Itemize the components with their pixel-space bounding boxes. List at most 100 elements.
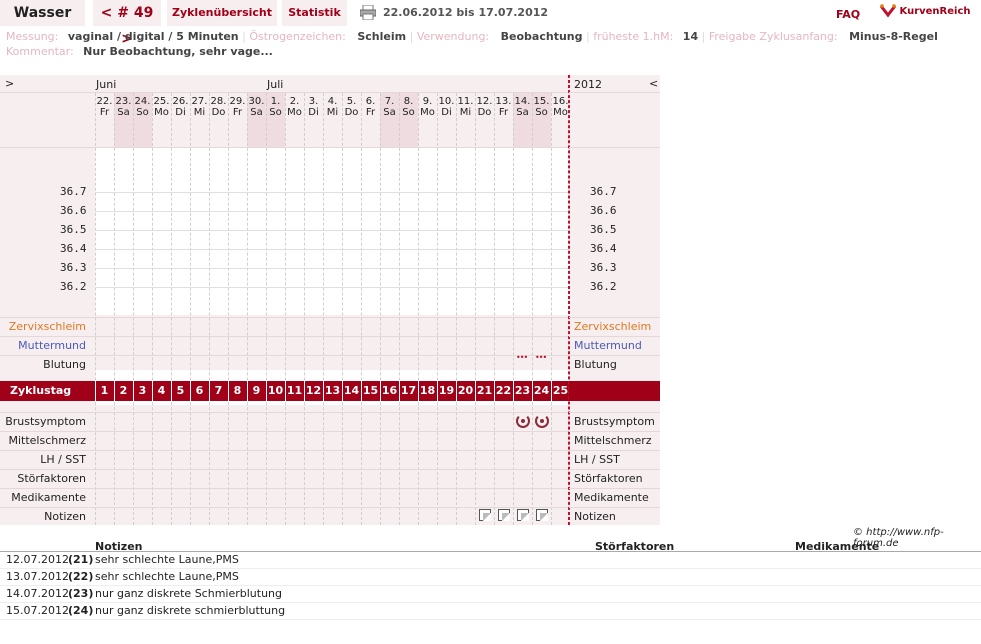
chart-nav-prev[interactable]: >: [5, 77, 14, 90]
note-icon[interactable]: [517, 509, 529, 521]
cycle-nav[interactable]: < # 49 >: [93, 0, 161, 47]
day-gridline: [418, 93, 419, 525]
cycle-day-number: 15: [362, 384, 379, 397]
tab-zyklenuebersicht[interactable]: Zyklenübersicht: [167, 0, 277, 26]
day-header: 2. Mo: [287, 96, 302, 118]
row-label-right-mittel: Mittelschmerz: [574, 434, 652, 447]
faq-link[interactable]: FAQ: [836, 2, 860, 28]
day-gridline: [285, 93, 286, 525]
row-line: [0, 355, 660, 356]
day-header: 1. So: [269, 96, 282, 118]
header-bar: Wasser < # 49 > Zyklenübersicht Statisti…: [0, 0, 981, 47]
info-line-1: Messung: vaginal / digital / 5 Minuten |…: [6, 30, 981, 44]
note-icon[interactable]: [498, 509, 510, 521]
note-icon[interactable]: [479, 509, 491, 521]
note-text: sehr schlechte Laune,PMS: [95, 553, 239, 566]
temp-gridline: [95, 211, 569, 212]
row-label-right-medi: Medikamente: [574, 491, 649, 504]
page-title: Wasser: [0, 0, 85, 26]
cycle-day-number: 12: [305, 384, 322, 397]
day-header: 13. Fr: [495, 96, 512, 118]
cycle-day-number: 11: [286, 384, 303, 397]
day-gridline: [361, 93, 362, 525]
cycle-day-number: 6: [195, 384, 204, 397]
row-label-right-blutung: Blutung: [574, 358, 617, 371]
day-gridline: [551, 93, 552, 525]
note-text: nur ganz diskrete Schmierblutung: [95, 587, 283, 600]
cycle-day-number: 18: [419, 384, 436, 397]
row-label-right-brust: Brustsymptom: [574, 415, 655, 428]
row-line: [0, 317, 660, 318]
brand-name: KurvenReich: [899, 6, 971, 17]
day-header: 9. Mo: [420, 96, 435, 118]
fhm-label: früheste 1.hM:: [593, 30, 674, 43]
row-line: [0, 336, 660, 337]
row-label-right-stoer: Störfaktoren: [574, 472, 643, 485]
verwendung-label: Verwendung:: [416, 30, 490, 43]
day-gridline: [399, 93, 400, 525]
day-gridline: [266, 93, 267, 525]
note-text: sehr schlechte Laune,PMS: [95, 570, 239, 583]
row-line: [0, 450, 660, 451]
day-header: 28. Do: [210, 96, 227, 118]
row-label-stoer: Störfaktoren: [17, 472, 86, 485]
cycle-day-number: 19: [438, 384, 455, 397]
cycle-day-number: 13: [324, 384, 341, 397]
verwendung-value: Beobachtung: [500, 30, 583, 43]
day-header: 4. Mi: [326, 96, 339, 118]
day-gridline: [190, 93, 191, 525]
cycle-day-number: 24: [533, 384, 550, 397]
row-line: [0, 488, 660, 489]
cycle-day-number: 4: [157, 384, 166, 397]
breast-symptom-icon: [516, 414, 530, 428]
kommentar-value: Nur Beobachtung, sehr vage...: [83, 45, 273, 58]
print-icon[interactable]: [359, 4, 377, 21]
cycle-day-number: 21: [476, 384, 493, 397]
month-label-juni: Juni: [96, 78, 117, 91]
bleeding-marker: •••: [516, 353, 528, 362]
day-header: 8. So: [402, 96, 415, 118]
note-date: 15.07.2012: [6, 604, 69, 617]
temp-gridline: [95, 230, 569, 231]
separator: |: [409, 30, 414, 43]
separator: |: [242, 30, 246, 43]
cycle-day-number: 7: [214, 384, 223, 397]
logo-icon: [879, 4, 897, 18]
tab-statistik[interactable]: Statistik: [282, 0, 347, 26]
day-header: 30. Sa: [248, 96, 265, 118]
row-line: [0, 507, 660, 508]
note-cycle-day: (23): [68, 587, 94, 600]
messung-value: vaginal / digital / 5 Minuten: [67, 30, 239, 43]
note-cycle-day: (21): [68, 553, 94, 566]
day-gridline: [456, 93, 457, 525]
day-header: 26. Di: [172, 96, 189, 118]
cycle-day-number: 16: [381, 384, 398, 397]
cycle-day-number: 17: [400, 384, 417, 397]
temp-label-right: 36.7: [590, 185, 617, 198]
cycle-day-number: 9: [252, 384, 261, 397]
note-icon[interactable]: [536, 509, 548, 521]
day-gridline: [171, 93, 172, 525]
day-header: 6. Fr: [365, 96, 376, 118]
temp-label-left: 36.3: [60, 261, 87, 274]
chart-nav-next[interactable]: <: [649, 77, 658, 90]
cycle-day-number: 23: [514, 384, 531, 397]
day-header: 22. Fr: [96, 96, 113, 118]
temp-label-right: 36.5: [590, 223, 617, 236]
cycle-day-number: 3: [138, 384, 147, 397]
cycle-day-number: 20: [457, 384, 474, 397]
day-header: 3. Di: [308, 96, 319, 118]
table-row: 12.07.2012 (21) sehr schlechte Laune,PMS: [0, 552, 981, 569]
brand-logo[interactable]: KurvenReich: [879, 2, 971, 22]
day-gridline: [342, 93, 343, 525]
cycle-day-number: 22: [495, 384, 512, 397]
temp-label-left: 36.5: [60, 223, 87, 236]
cycle-day-number: 2: [119, 384, 128, 397]
note-date: 13.07.2012: [6, 570, 69, 583]
day-gridline: [228, 93, 229, 525]
cycle-day-number: 1: [100, 384, 109, 397]
day-header: 15. So: [533, 96, 550, 118]
temp-label-right: 36.6: [590, 204, 617, 217]
day-gridline: [95, 93, 96, 525]
row-label-notizen: Notizen: [44, 510, 86, 523]
